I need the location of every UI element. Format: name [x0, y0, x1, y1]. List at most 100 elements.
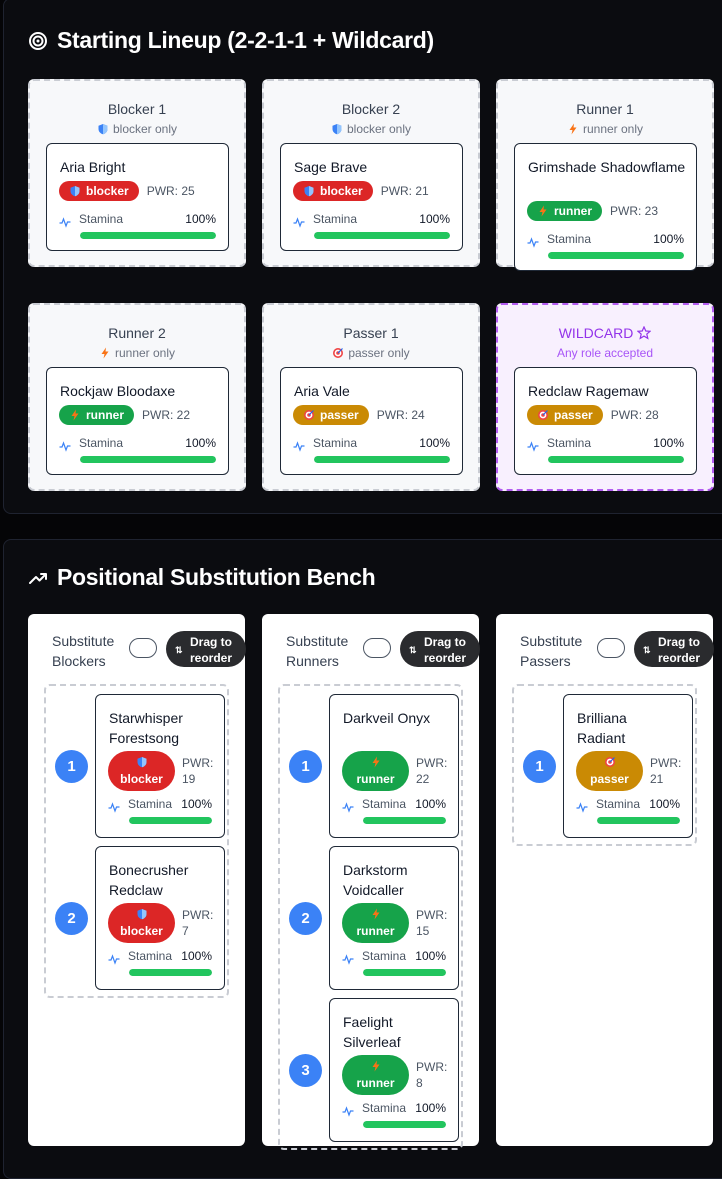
bench-rank-number: 1: [289, 750, 322, 783]
pulse-icon: [59, 442, 71, 451]
pulse-icon: [108, 803, 120, 812]
lineup-slot-runner-1[interactable]: Runner 1 runner only Grimshade Shadowfla…: [496, 79, 714, 271]
bench-drop-zone[interactable]: 1 Brilliana Radiant passer PWR: 21 Stamina 100…: [512, 684, 697, 846]
player-name: Rockjaw Bloodaxe: [60, 383, 176, 399]
slot-requirement: blocker only: [30, 122, 244, 136]
lightning-icon: [71, 409, 79, 421]
role-badge: passer: [527, 405, 603, 425]
sort-arrows-icon: ⇅: [643, 645, 651, 655]
player-card[interactable]: Aria Vale passer PWR: 24 Stamina 100%: [280, 367, 463, 475]
player-name: Aria Bright: [60, 159, 126, 175]
shield-icon: [304, 186, 314, 197]
bench-header: Positional Substitution Bench: [28, 564, 376, 591]
bench-player-card[interactable]: Brilliana Radiant passer PWR: 21 Stamina 100%: [563, 694, 693, 838]
pulse-icon: [108, 955, 120, 964]
player-name: Sage Brave: [294, 159, 368, 175]
bench-column-runners: Substitute Runners ⇅ Drag to reorder 1 Darkv…: [262, 614, 480, 1150]
bench-drop-zone[interactable]: 1 Starwhisper Forestsong blocker PWR: 19 Stam…: [44, 684, 229, 998]
player-card[interactable]: Sage Brave blocker PWR: 21 Stamina 100%: [280, 143, 463, 251]
role-badge: passer: [293, 405, 369, 425]
player-name: Grimshade Shadowflame: [528, 159, 686, 175]
star-icon: [636, 325, 652, 340]
power-value: PWR: 15: [416, 908, 448, 938]
trending-up-icon: [29, 572, 47, 584]
drag-to-reorder-button[interactable]: ⇅ Drag to reorder: [634, 631, 714, 667]
slot-title: Passer 1: [343, 325, 399, 341]
slot-title: Runner 1: [576, 101, 634, 117]
pulse-icon: [293, 442, 305, 451]
pulse-icon: [59, 218, 71, 227]
role-badge: blocker: [108, 751, 175, 791]
lineup-slot-runner-2[interactable]: Runner 2 runner only Rockjaw Bloodaxe ru…: [28, 303, 246, 491]
role-badge: runner: [527, 201, 603, 221]
lineup-slot-wildcard[interactable]: WILDCARD Any role accepted Redclaw Ragem…: [496, 303, 714, 491]
drag-to-reorder-button[interactable]: ⇅ Drag to reorder: [166, 631, 246, 667]
bench-rank-number: 2: [289, 902, 322, 935]
bench-player-card[interactable]: Faelight Silverleaf runner PWR: 8 Stamina 100…: [329, 998, 459, 1142]
starting-lineup-panel: Starting Lineup (2-2-1-1 + Wildcard) Blo…: [3, 0, 722, 514]
bench-column-blockers: Substitute Blockers ⇅ Drag to reorder 1 Star…: [28, 614, 246, 1146]
target-icon: [332, 347, 344, 359]
lineup-slot-passer-1[interactable]: Passer 1 passer only Aria Vale passer PWR…: [262, 303, 480, 491]
power-value: PWR: 21: [650, 756, 682, 786]
pulse-icon: [527, 442, 539, 451]
bench-column-passers: Substitute Passers ⇅ Drag to reorder 1 Brill…: [496, 614, 714, 1146]
role-badge: blocker: [108, 903, 175, 943]
bench-column-heading: Substitute Blockers: [52, 633, 115, 669]
substitution-bench-panel: Positional Substitution Bench Substitute…: [3, 539, 722, 1179]
lightning-icon: [569, 123, 577, 135]
pulse-icon: [293, 218, 305, 227]
lineup-slot-blocker-1[interactable]: Blocker 1 blocker only Aria Bright block…: [28, 79, 246, 267]
starting-lineup-title: Starting Lineup (2-2-1-1 + Wildcard): [57, 27, 434, 53]
lightning-icon: [539, 205, 547, 217]
role-badge: runner: [342, 751, 409, 791]
lightning-icon: [372, 1060, 379, 1072]
slot-requirement: passer only: [264, 346, 478, 360]
power-value: PWR: 24: [376, 408, 425, 422]
slot-title: Runner 2: [108, 325, 166, 341]
shield-icon: [137, 757, 146, 768]
bench-player-card[interactable]: Darkstorm Voidcaller runner PWR: 15 Stamina 1…: [329, 846, 459, 990]
bench-column-heading: Substitute Runners: [286, 633, 349, 669]
toggle-switch[interactable]: [129, 638, 157, 658]
slot-requirement: Any role accepted: [556, 346, 654, 360]
player-card[interactable]: Redclaw Ragemaw passer PWR: 28 Stamina 100…: [514, 367, 697, 475]
power-value: PWR: 28: [610, 408, 659, 422]
role-badge: runner: [59, 405, 135, 425]
slot-requirement: runner only: [30, 346, 244, 360]
bench-player-card[interactable]: Starwhisper Forestsong blocker PWR: 19 Stami…: [95, 694, 225, 838]
target-icon: [603, 756, 616, 768]
bench-rank-number: 2: [55, 902, 88, 935]
power-value: PWR: 22: [416, 756, 448, 786]
player-name: Darkstorm Voidcaller: [343, 862, 408, 898]
player-card[interactable]: Aria Bright blocker PWR: 25 Stamina 100%: [46, 143, 229, 251]
bench-player-card[interactable]: Darkveil Onyx runner PWR: 22 Stamina 100%: [329, 694, 459, 838]
role-badge: runner: [342, 903, 409, 943]
target-icon: [303, 409, 315, 421]
bench-column-heading: Substitute Passers: [520, 633, 583, 669]
bench-player-card[interactable]: Bonecrusher Redclaw blocker PWR: 7 Stamina 10…: [95, 846, 225, 990]
power-value: PWR: 8: [416, 1060, 448, 1090]
power-value: PWR: 25: [146, 184, 195, 198]
power-value: PWR: 7: [182, 908, 214, 938]
drag-to-reorder-button[interactable]: ⇅ Drag to reorder: [400, 631, 480, 667]
player-card[interactable]: Grimshade Shadowflame runner PWR: 23 Stam…: [514, 143, 697, 271]
player-card[interactable]: Rockjaw Bloodaxe runner PWR: 22 Stamina 10…: [46, 367, 229, 475]
lightning-icon: [372, 908, 379, 920]
player-name: Starwhisper Forestsong: [109, 710, 183, 746]
bench-drop-zone[interactable]: 1 Darkveil Onyx runner PWR: 22 Stamina 100% 2 Da…: [278, 684, 463, 1150]
toggle-switch[interactable]: [597, 638, 625, 658]
role-badge: passer: [576, 751, 643, 791]
target-icon: [29, 31, 47, 50]
player-name: Bonecrusher Redclaw: [109, 862, 189, 898]
pulse-icon: [576, 803, 588, 812]
lineup-slot-blocker-2[interactable]: Blocker 2 blocker only Sage Brave blocke…: [262, 79, 480, 267]
bench-rank-number: 3: [289, 1054, 322, 1087]
pulse-icon: [527, 238, 539, 247]
bench-title: Positional Substitution Bench: [57, 564, 376, 590]
shield-icon: [332, 124, 342, 135]
toggle-switch[interactable]: [363, 638, 391, 658]
sort-arrows-icon: ⇅: [409, 645, 417, 655]
role-badge: blocker: [59, 181, 139, 201]
power-value: PWR: 22: [142, 408, 191, 422]
